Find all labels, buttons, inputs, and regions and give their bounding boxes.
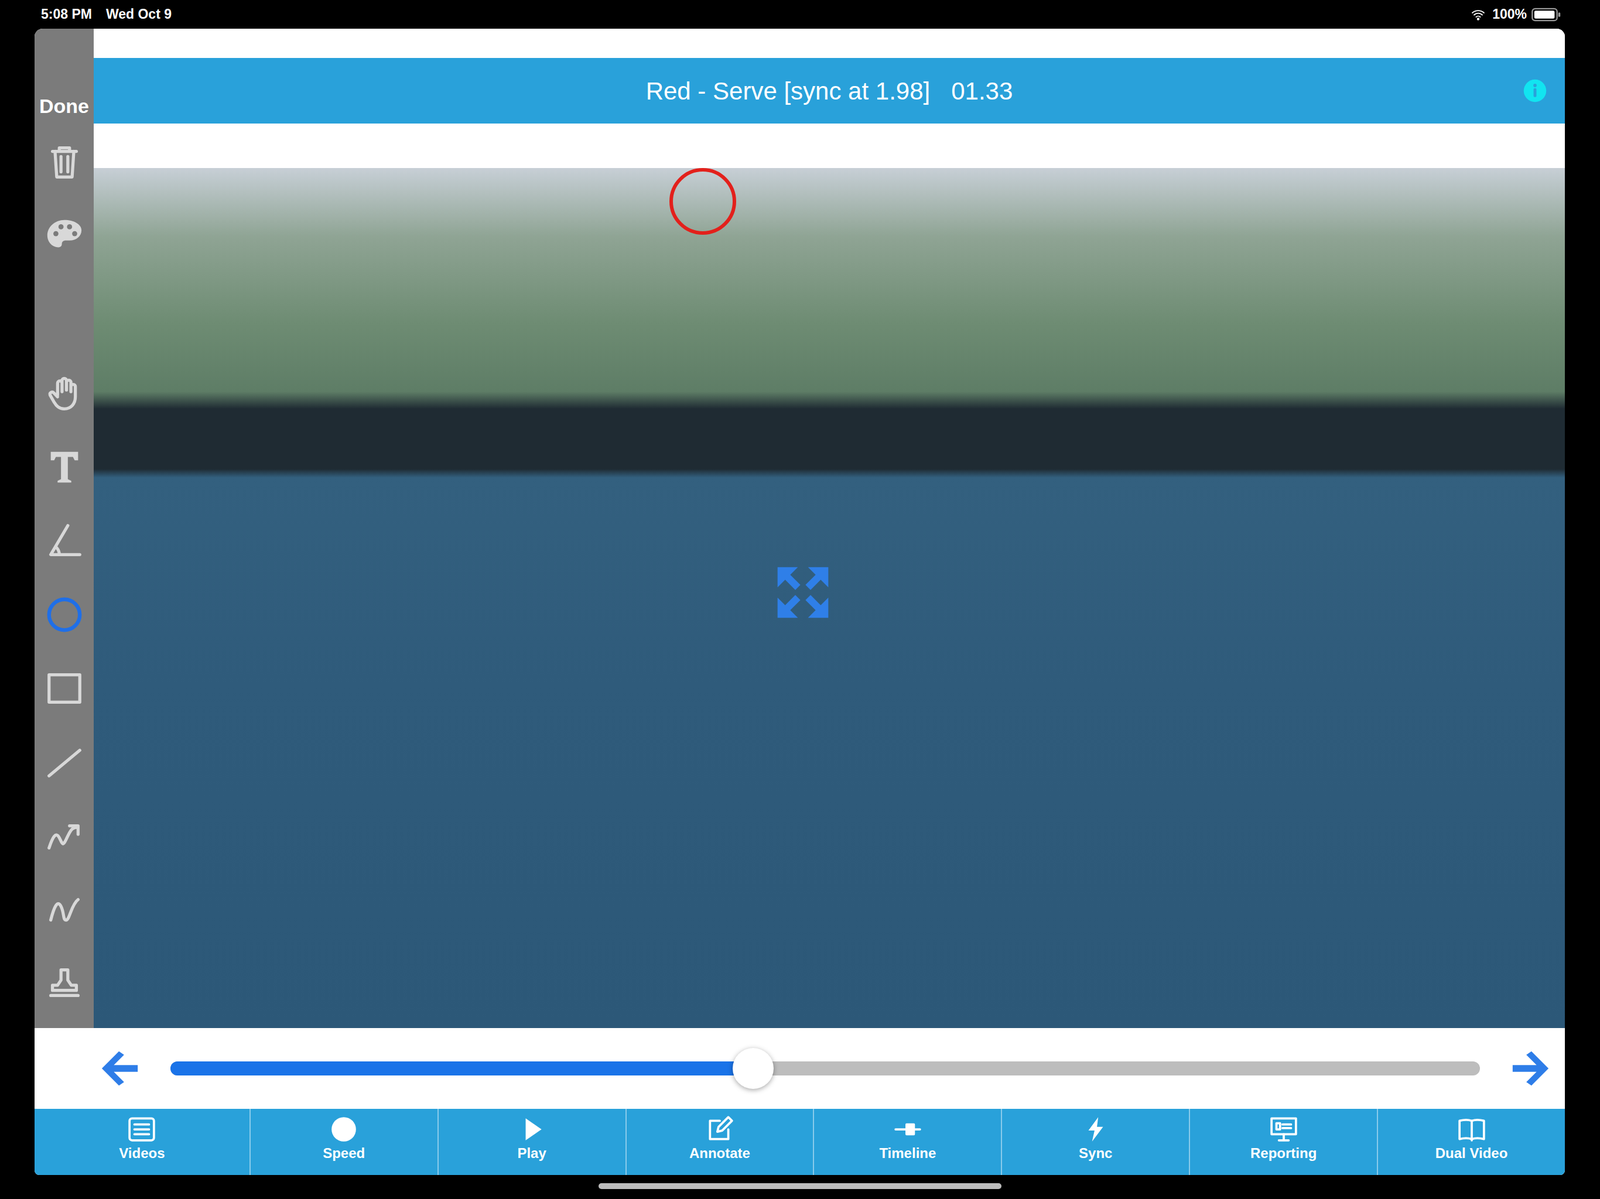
toolbar-label: Videos bbox=[118, 1144, 165, 1164]
wifi-icon bbox=[1468, 7, 1488, 22]
arrow-icon bbox=[43, 815, 85, 857]
title-bar: Red - Serve [sync at 1.98] 01.33 bbox=[93, 57, 1565, 124]
circle-icon bbox=[43, 594, 85, 636]
toolbar-label: Speed bbox=[322, 1144, 365, 1164]
home-indicator bbox=[598, 1183, 1002, 1190]
tool-button[interactable] bbox=[34, 356, 94, 431]
scrubber bbox=[34, 1028, 1565, 1110]
speed-icon bbox=[329, 1115, 359, 1145]
palette-icon bbox=[43, 214, 85, 256]
play-icon bbox=[517, 1115, 547, 1145]
previous-frame-icon[interactable] bbox=[97, 1048, 145, 1090]
hand-icon bbox=[43, 373, 85, 415]
annotate-icon bbox=[705, 1115, 735, 1145]
scrubber-track[interactable] bbox=[170, 1061, 1480, 1076]
scrubber-fill bbox=[170, 1061, 754, 1076]
date: Wed Oct 9 bbox=[106, 4, 172, 25]
toolbar-label: Dual Video bbox=[1435, 1144, 1509, 1164]
toolbar-label: Annotate bbox=[689, 1144, 751, 1164]
battery-icon bbox=[1531, 7, 1561, 22]
tool-button[interactable] bbox=[34, 198, 94, 273]
bottom-toolbar: Videos Speed Play Annotate Timeline Sync Repor… bbox=[34, 1109, 1565, 1176]
trash-icon bbox=[43, 141, 85, 183]
text-icon bbox=[43, 446, 85, 488]
video-frame[interactable] bbox=[93, 168, 1565, 1029]
toolbar-button[interactable]: Videos bbox=[34, 1109, 250, 1176]
done-button[interactable]: Done bbox=[34, 87, 94, 125]
toolbar-button[interactable]: Timeline bbox=[812, 1109, 1001, 1176]
reporting-icon bbox=[1269, 1115, 1299, 1145]
clock: 5:08 PM bbox=[40, 4, 92, 25]
tool-button[interactable] bbox=[34, 124, 94, 199]
toolbar-button[interactable]: Play bbox=[437, 1109, 626, 1176]
circle-annotation[interactable] bbox=[669, 168, 737, 235]
tool-button[interactable] bbox=[34, 873, 94, 947]
line-icon bbox=[43, 742, 85, 784]
toolbar-label: Reporting bbox=[1250, 1144, 1317, 1164]
tool-button[interactable] bbox=[34, 946, 94, 1021]
battery-percent: 100% bbox=[1492, 4, 1527, 25]
toolbar-button[interactable]: Annotate bbox=[625, 1109, 814, 1176]
freehand-icon bbox=[43, 889, 85, 931]
angle-icon bbox=[43, 520, 85, 562]
tool-button[interactable] bbox=[34, 504, 94, 579]
videos-icon bbox=[127, 1115, 157, 1145]
video-time: 01.33 bbox=[951, 72, 1013, 110]
next-frame-icon[interactable] bbox=[1506, 1048, 1554, 1090]
toolbar-label: Play bbox=[517, 1144, 546, 1164]
expand-icon[interactable] bbox=[772, 562, 834, 624]
scrubber-thumb[interactable] bbox=[732, 1048, 774, 1090]
toolbar-button[interactable]: Reporting bbox=[1188, 1109, 1377, 1176]
toolbar-button[interactable]: Sync bbox=[1000, 1109, 1189, 1176]
sync-icon bbox=[1081, 1115, 1111, 1145]
toolbar-button[interactable]: Speed bbox=[249, 1109, 438, 1176]
rectangle-icon bbox=[43, 668, 85, 710]
app-window: Done Red - Serve [sync at 1.98] 01.33 Video… bbox=[34, 28, 1565, 1176]
toolbar-label: Sync bbox=[1078, 1144, 1113, 1164]
tool-button[interactable] bbox=[34, 799, 94, 874]
tool-button[interactable] bbox=[34, 578, 94, 652]
toolbar-button[interactable]: Dual Video bbox=[1376, 1109, 1565, 1176]
status-bar: 5:08 PM Wed Oct 9 100% bbox=[0, 0, 1600, 29]
tool-button[interactable] bbox=[34, 651, 94, 726]
stamp-icon bbox=[43, 963, 85, 1005]
tool-button[interactable] bbox=[34, 430, 94, 505]
video-title: Red - Serve [sync at 1.98] bbox=[645, 72, 931, 110]
annotation-toolbar: Done bbox=[34, 28, 94, 1029]
tool-button[interactable] bbox=[34, 725, 94, 800]
toolbar-label: Timeline bbox=[879, 1144, 936, 1164]
timeline-icon bbox=[893, 1115, 923, 1145]
info-icon[interactable] bbox=[1522, 78, 1548, 104]
dual-icon bbox=[1457, 1115, 1487, 1145]
